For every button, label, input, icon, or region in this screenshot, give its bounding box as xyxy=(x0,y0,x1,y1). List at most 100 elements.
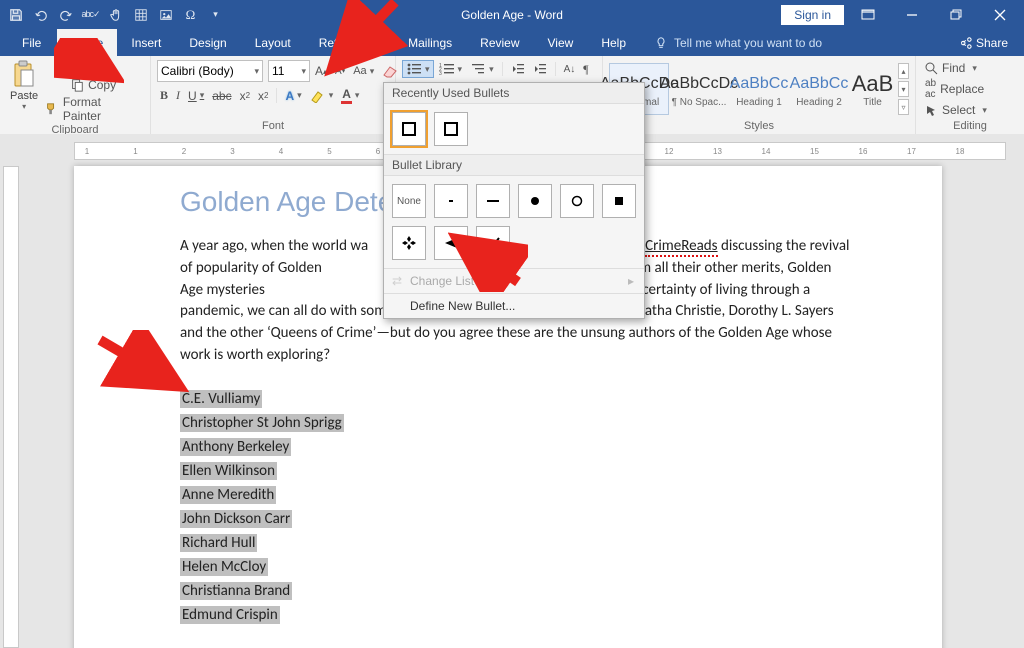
tab-review[interactable]: Review xyxy=(466,29,533,56)
text-effects-button[interactable]: A▾ xyxy=(282,88,304,104)
select-button[interactable]: Select▾ xyxy=(922,102,990,118)
close-button[interactable] xyxy=(980,0,1020,29)
omega-icon[interactable]: Ω xyxy=(179,4,202,26)
grow-font-button[interactable]: A▴ xyxy=(312,63,330,79)
shrink-font-button[interactable]: A▾ xyxy=(332,65,348,78)
picture-icon[interactable] xyxy=(154,4,177,26)
redo-icon[interactable] xyxy=(54,4,77,26)
multilevel-button[interactable]: ▾ xyxy=(467,61,497,77)
maximize-button[interactable] xyxy=(936,0,976,29)
author-list: C.E. VulliamyChristopher St John SpriggA… xyxy=(180,387,854,627)
format-painter-button[interactable]: Format Painter xyxy=(42,94,144,124)
group-clipboard: Paste ▾ Cut Copy Format Painter Clipboar… xyxy=(0,56,151,134)
style-heading2[interactable]: AaBbCcHeading 2 xyxy=(789,63,849,115)
qat-more-icon[interactable]: ▾ xyxy=(204,4,227,26)
group-styles: AaBbCcDc¶ Normal AaBbCcDc¶ No Spac... Aa… xyxy=(603,56,916,134)
share-icon xyxy=(958,36,972,50)
link-crimereads[interactable]: CrimeReads xyxy=(645,237,717,257)
style-title[interactable]: AaBTitle xyxy=(849,63,896,115)
title-right: Sign in xyxy=(781,0,1024,29)
tab-view[interactable]: View xyxy=(534,29,588,56)
bullet-library-label: Bullet Library xyxy=(384,154,644,176)
select-label: Select xyxy=(942,103,975,117)
bullet-dash-small[interactable] xyxy=(434,184,468,218)
tab-layout[interactable]: Layout xyxy=(241,29,305,56)
author-item: Christianna Brand xyxy=(180,582,292,600)
tell-me-placeholder: Tell me what you want to do xyxy=(674,36,822,50)
cursor-icon xyxy=(925,104,938,117)
multilevel-icon xyxy=(470,62,486,76)
bullet-square[interactable] xyxy=(602,184,636,218)
replace-label: Replace xyxy=(940,82,984,96)
bullet-disc[interactable] xyxy=(518,184,552,218)
strike-button[interactable]: abc xyxy=(209,88,234,104)
outdent-icon xyxy=(511,62,525,76)
tab-design[interactable]: Design xyxy=(175,29,240,56)
recent-bullet-1[interactable] xyxy=(392,112,426,146)
font-size-combo[interactable]: 11▾ xyxy=(268,60,310,82)
hand-icon[interactable] xyxy=(104,4,127,26)
table-icon[interactable] xyxy=(129,4,152,26)
svg-text:3: 3 xyxy=(439,71,442,76)
underline-button[interactable]: U▾ xyxy=(185,88,207,104)
numbering-icon: 123 xyxy=(439,62,455,76)
author-item: John Dickson Carr xyxy=(180,510,292,528)
tell-me[interactable]: Tell me what you want to do xyxy=(640,29,822,56)
spellcheck-icon[interactable]: abc✓ xyxy=(79,4,102,26)
bullets-button[interactable]: ▾ xyxy=(402,60,434,78)
tab-help[interactable]: Help xyxy=(587,29,640,56)
ribbon-display-icon[interactable] xyxy=(848,0,888,29)
define-new-bullet[interactable]: Define New Bullet... xyxy=(384,293,644,318)
font-group-label: Font xyxy=(157,120,389,134)
bullet-check[interactable] xyxy=(476,226,510,260)
style-no-spacing[interactable]: AaBbCcDc¶ No Spac... xyxy=(669,63,729,115)
highlight-button[interactable]: ▾ xyxy=(307,88,337,104)
author-item: Christopher St John Sprigg xyxy=(180,414,344,432)
font-name-combo[interactable]: Calibri (Body)▾ xyxy=(157,60,263,82)
sign-in-button[interactable]: Sign in xyxy=(781,5,844,25)
bold-button[interactable]: B xyxy=(157,87,171,104)
format-painter-label: Format Painter xyxy=(63,95,141,123)
tab-insert[interactable]: Insert xyxy=(117,29,175,56)
tab-home[interactable]: Home xyxy=(57,29,117,56)
editing-group-label: Editing xyxy=(922,120,1018,134)
minimize-button[interactable] xyxy=(892,0,932,29)
style-heading1[interactable]: AaBbCcHeading 1 xyxy=(729,63,789,115)
show-marks-button[interactable]: ¶ xyxy=(580,61,591,78)
author-item: Helen McCloy xyxy=(180,558,268,576)
save-icon[interactable] xyxy=(4,4,27,26)
copy-label: Copy xyxy=(88,78,116,92)
undo-icon[interactable] xyxy=(29,4,52,26)
tab-references[interactable]: References xyxy=(305,29,394,56)
style-gallery-scroll[interactable]: ▴▾▿ xyxy=(898,63,909,115)
lightbulb-icon xyxy=(654,36,668,50)
author-item: Anne Meredith xyxy=(180,486,276,504)
bullet-dash-long[interactable] xyxy=(476,184,510,218)
bullet-circle[interactable] xyxy=(560,184,594,218)
italic-button[interactable]: I xyxy=(173,87,183,104)
change-case-button[interactable]: Aa▾ xyxy=(350,64,377,78)
subscript-button[interactable]: x2 xyxy=(237,88,253,104)
replace-button[interactable]: abacReplace xyxy=(922,77,987,101)
tab-mailings[interactable]: Mailings xyxy=(394,29,466,56)
copy-button[interactable]: Copy xyxy=(42,77,144,93)
tab-file[interactable]: File xyxy=(6,29,57,56)
numbering-button[interactable]: 123▾ xyxy=(436,61,466,77)
vertical-ruler[interactable] xyxy=(3,166,19,648)
sort-button[interactable]: A↓ xyxy=(561,63,579,76)
bullet-4diamond[interactable] xyxy=(392,226,426,260)
find-button[interactable]: Find▾ xyxy=(922,60,980,76)
cut-button[interactable]: Cut xyxy=(42,60,144,76)
superscript-button[interactable]: x2 xyxy=(255,88,271,104)
author-item: Richard Hull xyxy=(180,534,257,552)
share-button[interactable]: Share xyxy=(942,29,1024,56)
bullet-arrow[interactable] xyxy=(434,226,468,260)
increase-indent-button[interactable] xyxy=(530,61,550,77)
paste-button[interactable]: Paste ▾ xyxy=(6,58,42,113)
decrease-indent-button[interactable] xyxy=(508,61,528,77)
font-color-button[interactable]: A▾ xyxy=(338,86,362,105)
bullet-none[interactable]: None xyxy=(392,184,426,218)
recent-bullet-2[interactable] xyxy=(434,112,468,146)
scissors-icon xyxy=(75,61,89,75)
paste-label: Paste xyxy=(10,90,38,102)
